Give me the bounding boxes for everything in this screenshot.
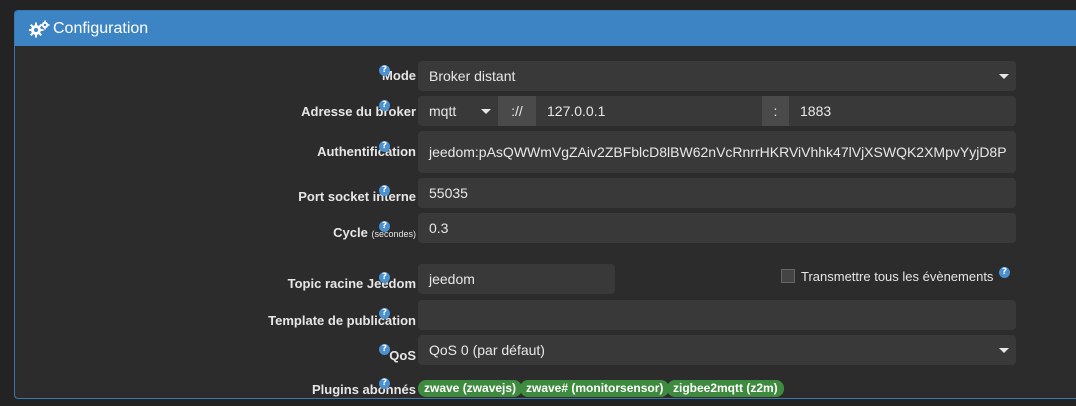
port-separator: :: [762, 96, 789, 126]
chevron-down-icon: [999, 74, 1009, 79]
topic-row: Topic racine Jeedom ? jeedom Transmettre…: [15, 263, 1076, 295]
mode-row: Mode ? Broker distant: [15, 60, 1076, 91]
chevron-down-icon: [999, 348, 1009, 353]
plugin-badge[interactable]: zwave (zwavejs): [418, 380, 523, 397]
cycle-row: Cycle (secondes) ? 0.3: [15, 212, 1076, 244]
broker-host-input[interactable]: 127.0.0.1: [536, 96, 762, 126]
broker-port-value: 1883: [800, 103, 832, 119]
plugin-badge[interactable]: zigbee2mqtt (z2m): [667, 380, 784, 397]
topic-label: Topic racine Jeedom: [287, 276, 416, 291]
cycle-label-text: Cycle: [333, 225, 368, 240]
qos-select[interactable]: QoS 0 (par défaut): [418, 335, 1016, 365]
help-icon[interactable]: ?: [379, 272, 390, 283]
cycle-unit: (secondes): [371, 229, 416, 239]
configuration-panel: Configuration Mode ? Broker distant Adre…: [14, 10, 1076, 399]
mode-select-value: Broker distant: [429, 68, 516, 84]
qos-select-value: QoS 0 (par défaut): [429, 342, 545, 358]
protocol-select-value: mqtt: [429, 103, 457, 119]
cycle-label: Cycle (secondes): [333, 225, 416, 240]
qos-row: QoS ? QoS 0 (par défaut): [15, 334, 1076, 366]
plugin-badge[interactable]: zwave# (monitorsensor): [520, 380, 670, 397]
help-icon[interactable]: ?: [379, 141, 390, 152]
auth-label: Authentification: [317, 144, 416, 159]
auth-textarea[interactable]: jeedom:pAsQWWmVgZAiv2ZBFblcD8lBW62nVcRnr…: [418, 131, 1016, 173]
transmit-all-checkbox[interactable]: [781, 269, 795, 283]
socket-row: Port socket interne ? 55035: [15, 177, 1076, 209]
socket-port-value: 55035: [429, 185, 468, 201]
broker-host-value: 127.0.0.1: [547, 103, 606, 119]
panel-title: Configuration: [53, 19, 149, 37]
broker-port-input[interactable]: 1883: [789, 96, 1016, 126]
cycle-value: 0.3: [429, 220, 449, 236]
template-label: Template de publication: [268, 313, 416, 328]
topic-input[interactable]: jeedom: [418, 264, 615, 294]
cogs-icon: [28, 20, 51, 38]
plugins-label: Plugins abonnés: [311, 382, 416, 397]
transmit-all-label: Transmettre tous les évènements: [801, 269, 994, 284]
cycle-input[interactable]: 0.3: [418, 213, 1016, 243]
help-icon[interactable]: ?: [379, 221, 390, 232]
chevron-down-icon: [481, 109, 491, 114]
protocol-separator: ://: [498, 96, 536, 126]
broker-label: Adresse du broker: [301, 104, 416, 119]
help-icon[interactable]: ?: [379, 185, 390, 196]
plugins-row: Plugins abonnés ? zwave (zwavejs) zwave#…: [15, 370, 1076, 397]
template-row: Template de publication ?: [15, 299, 1076, 331]
panel-header: Configuration: [15, 11, 1076, 46]
template-input[interactable]: [418, 300, 1016, 330]
qos-label: QoS: [389, 348, 416, 363]
help-icon[interactable]: ?: [379, 378, 390, 389]
broker-row: Adresse du broker ? mqtt :// 127.0.0.1 :…: [15, 95, 1076, 127]
help-icon[interactable]: ?: [379, 100, 390, 111]
socket-label: Port socket interne: [298, 189, 416, 204]
help-icon[interactable]: ?: [379, 65, 390, 76]
help-icon[interactable]: ?: [999, 267, 1010, 278]
topic-value: jeedom: [429, 271, 475, 287]
auth-value: jeedom:pAsQWWmVgZAiv2ZBFblcD8lBW62nVcRnr…: [429, 144, 1007, 160]
auth-row: Authentification ? jeedom:pAsQWWmVgZAiv2…: [15, 131, 1076, 175]
help-icon[interactable]: ?: [379, 344, 390, 355]
help-icon[interactable]: ?: [379, 308, 390, 319]
mode-select[interactable]: Broker distant: [418, 61, 1016, 91]
socket-port-input[interactable]: 55035: [418, 178, 1016, 208]
